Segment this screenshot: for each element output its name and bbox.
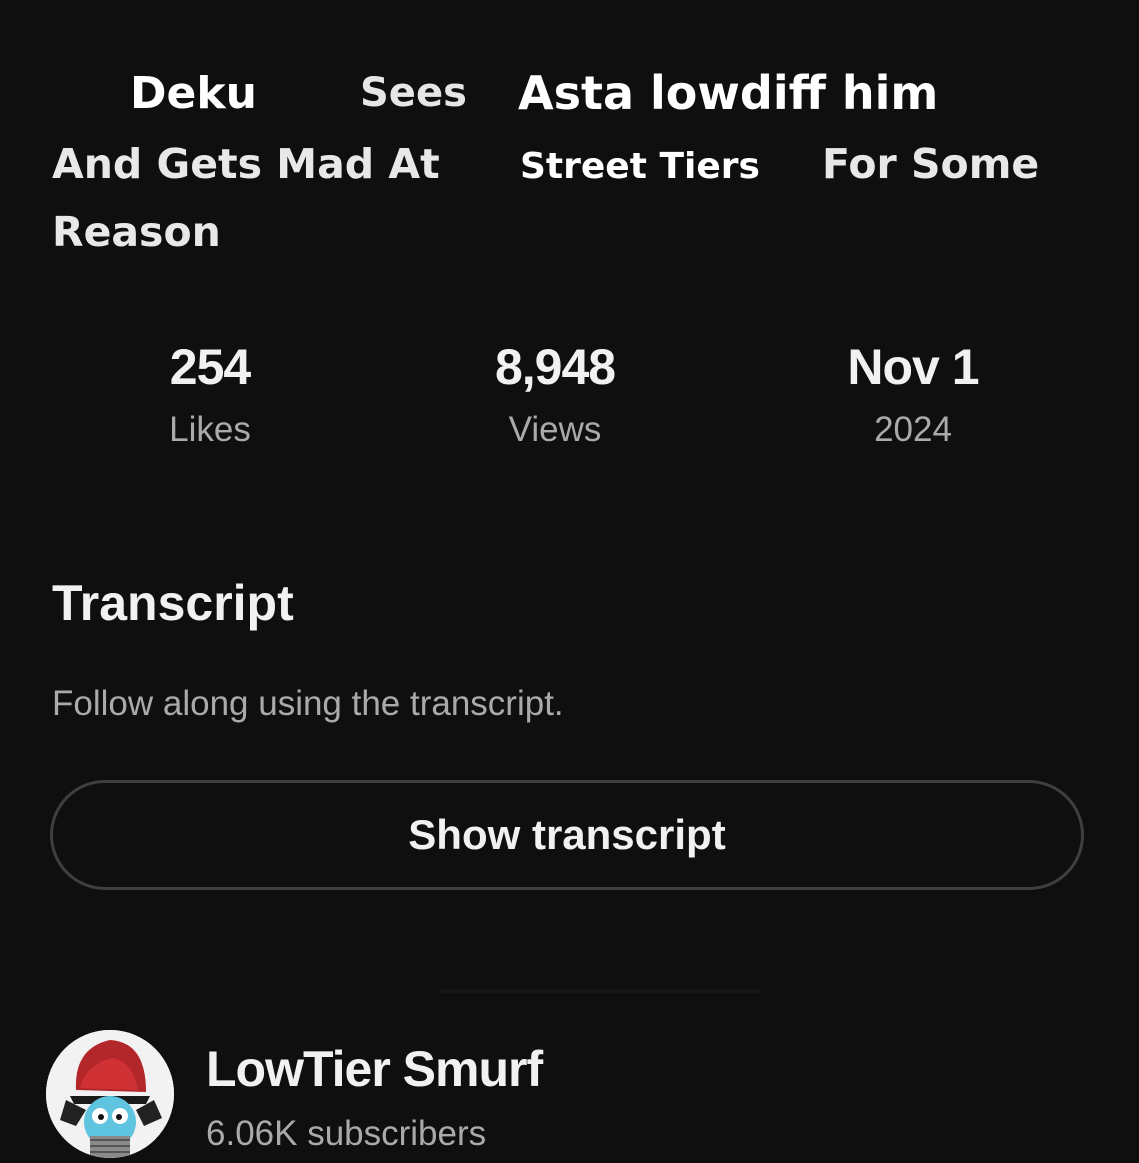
transcript-heading: Transcript	[52, 575, 294, 631]
cartoon-avatar-icon	[46, 1030, 174, 1158]
publish-date: Nov 1	[847, 339, 979, 395]
show-transcript-button[interactable]: Show transcript	[50, 780, 1084, 890]
video-title-line2-c: For Some	[822, 140, 1040, 188]
video-title-line1-a: Deku	[130, 68, 257, 119]
publish-year: 2024	[874, 410, 952, 449]
video-title-line3: Reason	[52, 208, 221, 256]
channel-row[interactable]: LowTier Smurf 6.06K subscribers	[46, 1028, 1086, 1163]
video-title-line1-b: Sees	[360, 70, 467, 116]
subscriber-count: 6.06K subscribers	[206, 1114, 487, 1153]
video-stats: 254 Likes 8,948 Views Nov 1 2024	[0, 338, 1139, 458]
likes-stat: 254 Likes	[80, 338, 340, 450]
video-title-line2-b: Street Tiers	[520, 146, 760, 187]
channel-name[interactable]: LowTier Smurf	[206, 1040, 543, 1098]
divider	[440, 990, 760, 993]
views-stat: 8,948 Views	[425, 338, 685, 450]
views-label: Views	[508, 410, 602, 449]
video-title-line2-a: And Gets Mad At	[52, 140, 440, 188]
views-count: 8,948	[494, 339, 616, 395]
channel-avatar[interactable]	[46, 1030, 174, 1158]
publish-date-stat: Nov 1 2024	[783, 338, 1043, 450]
likes-count: 254	[169, 339, 251, 395]
transcript-subtitle: Follow along using the transcript.	[52, 684, 564, 723]
likes-label: Likes	[169, 410, 251, 449]
video-title-line1-c: Asta lowdiff him	[518, 66, 939, 120]
